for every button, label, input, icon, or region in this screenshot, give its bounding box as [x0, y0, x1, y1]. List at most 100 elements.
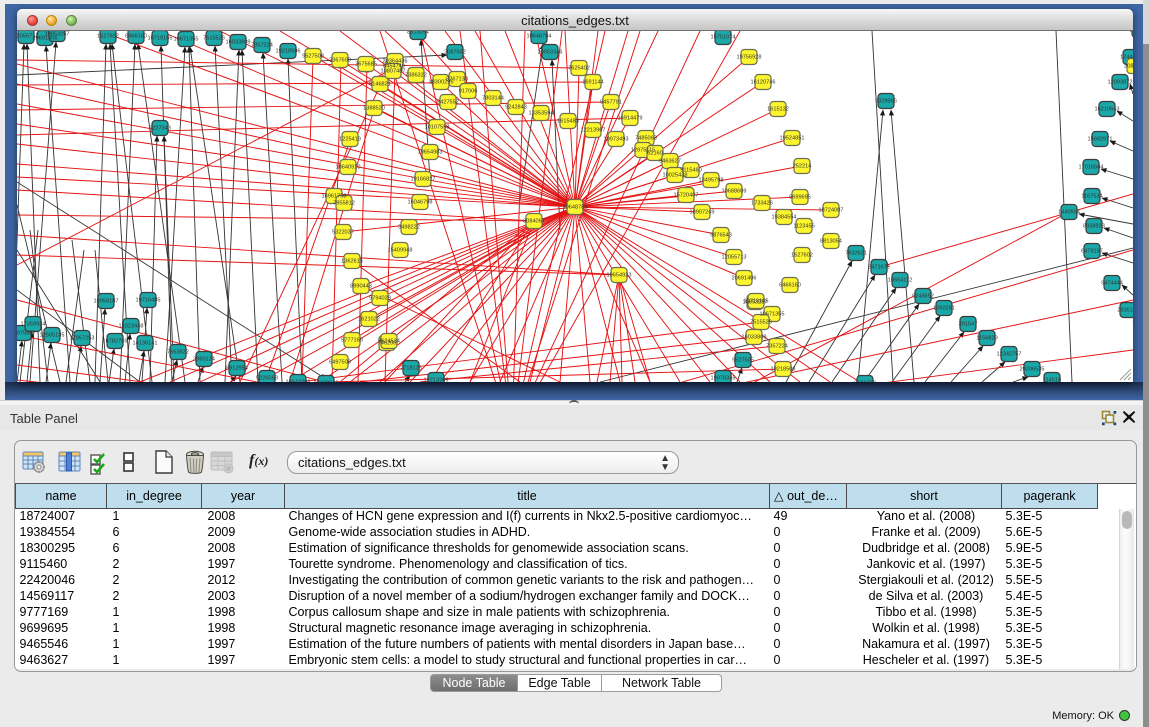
svg-text:1388520: 1388520 — [363, 106, 385, 112]
svg-text:10688609: 10688609 — [722, 189, 747, 195]
svg-text:1621022: 1621022 — [358, 317, 380, 323]
svg-text:10671355: 10671355 — [760, 312, 785, 318]
svg-text:14136141: 14136141 — [133, 341, 158, 347]
svg-text:7625402: 7625402 — [568, 66, 590, 72]
svg-text:3960124: 3960124 — [193, 357, 215, 363]
svg-text:1244415: 1244415 — [1120, 55, 1133, 61]
svg-text:16033809: 16033809 — [226, 40, 251, 46]
svg-text:1440954: 1440954 — [1058, 210, 1080, 216]
svg-text:391547: 391547 — [959, 322, 978, 328]
svg-text:2935114: 2935114 — [1117, 308, 1133, 314]
svg-text:1733426: 1733426 — [751, 201, 773, 207]
svg-text:8471676: 8471676 — [868, 265, 890, 271]
svg-text:19078345: 19078345 — [711, 376, 736, 382]
svg-text:8186328: 8186328 — [854, 381, 876, 383]
svg-text:6466160: 6466160 — [779, 283, 801, 289]
svg-text:62160: 62160 — [647, 151, 663, 157]
svg-text:12093872: 12093872 — [1108, 80, 1133, 86]
svg-text:8267130: 8267130 — [446, 77, 468, 83]
svg-text:6466160: 6466160 — [125, 34, 147, 40]
svg-text:7357224: 7357224 — [766, 344, 788, 350]
svg-text:10654112: 10654112 — [888, 278, 912, 284]
svg-text:1615132: 1615132 — [767, 107, 789, 113]
svg-text:1167534: 1167534 — [1081, 194, 1102, 200]
svg-text:19716485: 19716485 — [136, 298, 161, 304]
svg-text:1225419: 1225419 — [339, 137, 361, 143]
svg-text:18907249: 18907249 — [690, 210, 715, 216]
svg-text:114519: 114519 — [1043, 378, 1061, 383]
svg-text:8912954: 8912954 — [226, 366, 248, 372]
svg-text:20206535: 20206535 — [1020, 367, 1045, 373]
svg-text:9777169: 9777169 — [341, 338, 363, 344]
svg-text:17359934: 17359934 — [21, 322, 46, 328]
svg-text:8813054: 8813054 — [820, 239, 842, 245]
svg-text:7485063: 7485063 — [635, 136, 657, 142]
svg-text:12055713: 12055713 — [722, 255, 747, 261]
svg-text:1527602: 1527602 — [791, 253, 813, 259]
svg-text:15751074: 15751074 — [711, 35, 736, 41]
svg-text:19756928: 19756928 — [737, 55, 762, 61]
svg-text:6479197: 6479197 — [1081, 249, 1103, 255]
svg-text:15720407: 15720407 — [674, 193, 699, 199]
svg-text:2718126: 2718126 — [400, 366, 422, 372]
svg-text:19524851: 19524851 — [780, 136, 805, 142]
svg-text:917006: 917006 — [459, 89, 478, 95]
svg-text:2367608: 2367608 — [329, 58, 351, 64]
svg-text:2087682: 2087682 — [444, 50, 466, 56]
svg-text:9227343: 9227343 — [149, 126, 171, 132]
svg-text:9245652: 9245652 — [912, 294, 934, 300]
svg-text:1362615: 1362615 — [341, 259, 363, 265]
svg-text:1123456: 1123456 — [793, 224, 814, 230]
svg-text:8215955: 8215955 — [1129, 31, 1133, 34]
svg-text:9699695: 9699695 — [789, 195, 811, 201]
svg-text:16033809: 16033809 — [742, 335, 767, 341]
svg-text:9876543: 9876543 — [710, 233, 732, 239]
svg-text:13353594: 13353594 — [529, 111, 554, 117]
svg-text:9794028: 9794028 — [369, 296, 391, 302]
svg-text:10025438: 10025438 — [663, 173, 688, 179]
svg-text:7955812: 7955812 — [333, 201, 355, 207]
svg-text:16961758: 16961758 — [322, 194, 347, 200]
svg-text:19384554: 19384554 — [772, 215, 797, 221]
svg-text:8938923: 8938923 — [1083, 224, 1105, 230]
svg-text:8990443: 8990443 — [350, 284, 372, 290]
svg-text:15692971: 15692971 — [1088, 137, 1113, 143]
svg-text:1156829: 1156829 — [976, 336, 997, 342]
svg-text:19218506: 19218506 — [276, 49, 301, 55]
svg-text:19654923: 19654923 — [607, 273, 632, 279]
svg-text:12342757: 12342757 — [997, 352, 1022, 358]
svg-text:10648784: 10648784 — [563, 205, 588, 211]
svg-text:12213369: 12213369 — [424, 378, 449, 383]
svg-text:6497508: 6497508 — [329, 360, 351, 366]
svg-text:1350261: 1350261 — [933, 306, 955, 312]
svg-text:19218506: 19218506 — [771, 367, 796, 373]
svg-text:5226058: 5226058 — [256, 376, 278, 382]
svg-text:12505135: 12505135 — [40, 333, 65, 339]
svg-text:8427552: 8427552 — [437, 100, 459, 106]
svg-text:9463627: 9463627 — [659, 159, 681, 165]
svg-text:9329966: 9329966 — [875, 99, 897, 105]
svg-text:1527602: 1527602 — [97, 34, 119, 40]
svg-text:20053346: 20053346 — [538, 50, 563, 56]
svg-text:7803144: 7803144 — [482, 96, 504, 102]
svg-text:17957253: 17957253 — [70, 336, 95, 342]
svg-text:18640910: 18640910 — [336, 165, 361, 171]
svg-text:16210643: 16210643 — [1095, 107, 1120, 113]
svg-text:9527508: 9527508 — [302, 54, 324, 60]
svg-text:7663822: 7663822 — [167, 350, 189, 356]
svg-text:2087682: 2087682 — [1124, 64, 1133, 70]
svg-text:7515526: 7515526 — [203, 36, 225, 42]
svg-text:16120746: 16120746 — [751, 80, 776, 86]
svg-text:16914479: 16914479 — [618, 116, 643, 122]
svg-text:7632621: 7632621 — [845, 251, 867, 257]
svg-text:9457791: 9457791 — [600, 100, 622, 106]
svg-text:19166827: 19166827 — [411, 177, 436, 183]
svg-text:10648784: 10648784 — [527, 34, 552, 40]
svg-text:16782759: 16782759 — [103, 339, 128, 345]
svg-text:9242843: 9242843 — [505, 105, 527, 111]
svg-text:19654983: 19654983 — [418, 150, 443, 156]
svg-text:10719155: 10719155 — [148, 36, 173, 42]
svg-text:10807487: 10807487 — [381, 69, 406, 75]
svg-text:1691144: 1691144 — [582, 80, 603, 86]
svg-text:10958107: 10958107 — [94, 299, 119, 305]
